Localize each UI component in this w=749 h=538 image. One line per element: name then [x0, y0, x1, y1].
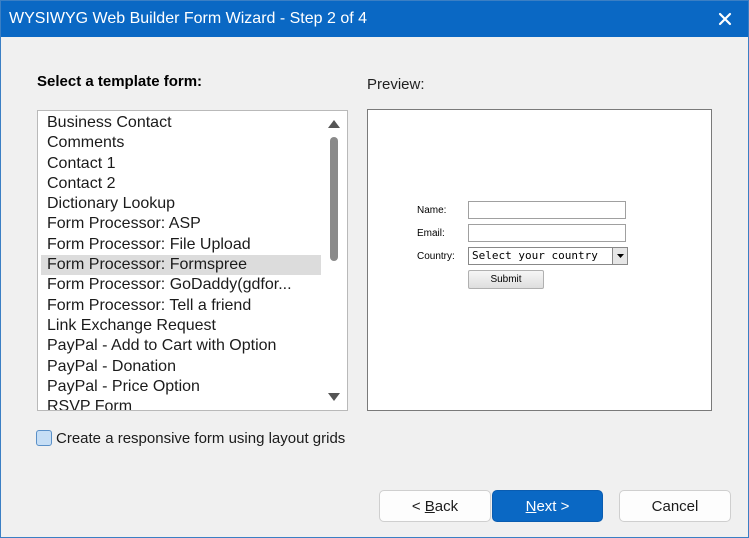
next-mnemonic: N	[525, 497, 537, 515]
list-item[interactable]: Form Processor: File Upload	[41, 235, 321, 255]
dropdown-arrow-icon	[612, 248, 627, 264]
scroll-thumb[interactable]	[330, 137, 338, 261]
preview-email-input	[468, 224, 626, 242]
close-icon	[718, 12, 732, 26]
preview-name-input	[468, 201, 626, 219]
list-item[interactable]: PayPal - Price Option	[41, 377, 321, 397]
wizard-dialog: WYSIWYG Web Builder Form Wizard - Step 2…	[0, 0, 749, 538]
preview-country-label: Country:	[417, 251, 455, 262]
back-button[interactable]: < Back	[379, 490, 491, 522]
list-item[interactable]: Contact 2	[41, 174, 321, 194]
list-item[interactable]: RSVP Form	[41, 397, 321, 410]
title-bar: WYSIWYG Web Builder Form Wizard - Step 2…	[1, 1, 748, 37]
close-button[interactable]	[702, 1, 748, 37]
next-button[interactable]: Next >	[492, 490, 603, 522]
next-rest: ext >	[536, 497, 570, 515]
arrow-down-icon	[328, 393, 340, 401]
list-item[interactable]: Link Exchange Request	[41, 316, 321, 336]
list-item[interactable]: Dictionary Lookup	[41, 194, 321, 214]
preview-email-label: Email:	[417, 228, 445, 239]
list-item[interactable]: Contact 1	[41, 154, 321, 174]
preview-name-label: Name:	[417, 205, 447, 216]
window-title: WYSIWYG Web Builder Form Wizard - Step 2…	[9, 10, 368, 27]
list-item[interactable]: Form Processor: Tell a friend	[41, 296, 321, 316]
template-list: Business Contact Comments Contact 1 Contact…	[41, 113, 321, 410]
responsive-option[interactable]: Create a responsive form using layout gr…	[36, 428, 345, 448]
list-item[interactable]: Business Contact	[41, 113, 321, 133]
scroll-up-button[interactable]	[321, 113, 347, 135]
list-scrollbar[interactable]	[321, 111, 347, 410]
preview-country-select: Select your country	[468, 247, 628, 265]
list-item[interactable]: Comments	[41, 133, 321, 153]
responsive-checkbox[interactable]	[36, 430, 52, 446]
list-item[interactable]: Form Processor: Formspree	[41, 255, 321, 276]
list-item[interactable]: PayPal - Donation	[41, 357, 321, 377]
list-item[interactable]: Form Processor: ASP	[41, 214, 321, 234]
cancel-button[interactable]: Cancel	[619, 490, 731, 522]
preview-panel: Name: Email: Country: Select your countr…	[367, 109, 712, 411]
list-item[interactable]: PayPal - Add to Cart with Option	[41, 336, 321, 356]
preview-label: Preview:	[367, 76, 425, 93]
template-listbox[interactable]: Business Contact Comments Contact 1 Contact…	[37, 110, 348, 411]
back-prefix: <	[411, 497, 425, 515]
list-item[interactable]: Form Processor: GoDaddy(gdfor...	[41, 275, 321, 295]
back-rest: ack	[434, 497, 459, 515]
scroll-down-button[interactable]	[321, 386, 347, 408]
select-template-label: Select a template form:	[37, 73, 203, 90]
preview-country-value: Select your country	[472, 249, 598, 262]
preview-submit-button: Submit	[468, 270, 544, 289]
arrow-up-icon	[328, 120, 340, 128]
back-mnemonic: B	[424, 497, 435, 515]
responsive-checkbox-label[interactable]: Create a responsive form using layout gr…	[56, 430, 345, 447]
